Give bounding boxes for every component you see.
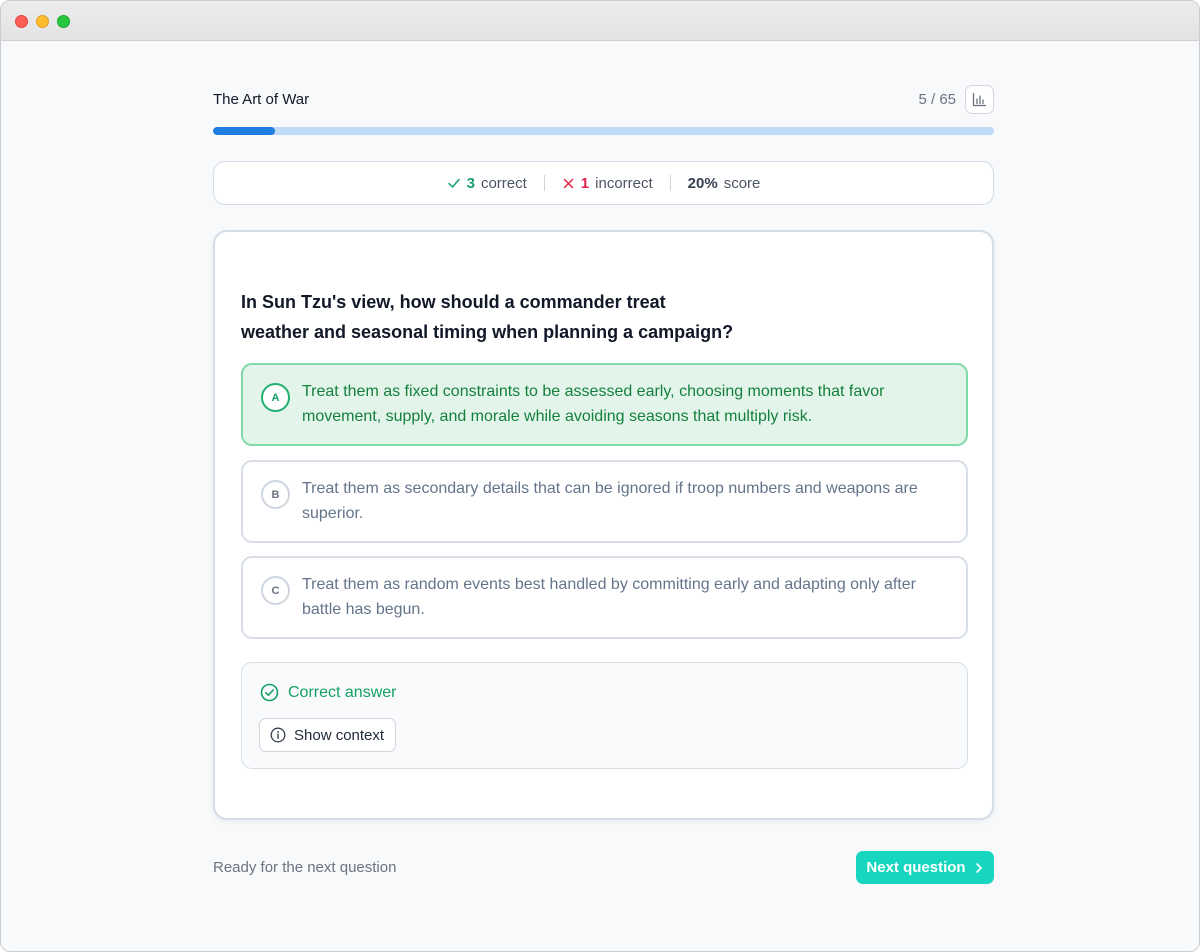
incorrect-stat: 1 incorrect (562, 175, 653, 192)
chevron-right-icon (975, 862, 982, 873)
feedback-header: Correct answer (260, 683, 396, 702)
question-line: In Sun Tzu's view, how should a commande… (241, 292, 666, 312)
option-text: Treat them as secondary details that can… (302, 480, 918, 522)
deck-title: The Art of War (213, 91, 310, 108)
quiz-header: The Art of War 5 / 65 (213, 85, 994, 115)
question-text: In Sun Tzu's view, how should a commande… (241, 287, 761, 347)
bar-chart-icon (972, 92, 987, 107)
question-line: weather and seasonal timing when plannin… (241, 322, 734, 342)
option-letter: A (261, 383, 290, 412)
info-icon (270, 727, 286, 743)
title-bar (1, 1, 1199, 41)
score-value: 20% (687, 174, 718, 192)
question-counter: 5 / 65 (918, 91, 956, 108)
stats-button[interactable] (965, 85, 994, 114)
footer-status: Ready for the next question (213, 859, 397, 876)
check-circle-icon (260, 683, 279, 702)
divider (543, 175, 545, 191)
option-b[interactable]: B Treat them as secondary details that c… (241, 460, 968, 543)
question-card: In Sun Tzu's view, how should a commande… (213, 230, 994, 820)
maximize-window-button[interactable] (57, 15, 70, 28)
option-letter: C (261, 576, 290, 605)
feedback-title: Correct answer (288, 683, 397, 701)
app-window: The Art of War 5 / 65 3 correct 1 incorr… (0, 0, 1200, 952)
incorrect-count: 1 (580, 174, 590, 192)
score-stat: 20% score (688, 175, 761, 192)
divider (669, 175, 671, 191)
show-context-button[interactable]: Show context (259, 718, 397, 752)
close-window-button[interactable] (15, 15, 28, 28)
minimize-window-button[interactable] (36, 15, 49, 28)
answer-feedback: Correct answer Show context (241, 662, 968, 769)
correct-count: 3 (466, 174, 475, 192)
option-c[interactable]: C Treat them as random events best handl… (241, 556, 968, 639)
show-context-label: Show context (294, 726, 385, 744)
option-text: Treat them as fixed constraints to be as… (302, 383, 885, 425)
correct-label: correct (480, 174, 527, 192)
option-a[interactable]: A Treat them as fixed constraints to be … (241, 363, 968, 446)
progress-fill (213, 127, 276, 135)
x-icon (563, 178, 574, 188)
score-summary: 3 correct 1 incorrect 20% score (213, 161, 994, 205)
option-text: Treat them as random events best handled… (302, 576, 916, 618)
correct-stat: 3 correct (447, 175, 527, 192)
progress-bar (213, 127, 994, 135)
score-label: score (723, 174, 761, 192)
option-letter: B (261, 480, 290, 509)
incorrect-label: incorrect (595, 174, 653, 192)
next-question-label: Next question (866, 859, 966, 876)
next-question-button[interactable]: Next question (856, 851, 994, 884)
check-icon (447, 178, 460, 188)
